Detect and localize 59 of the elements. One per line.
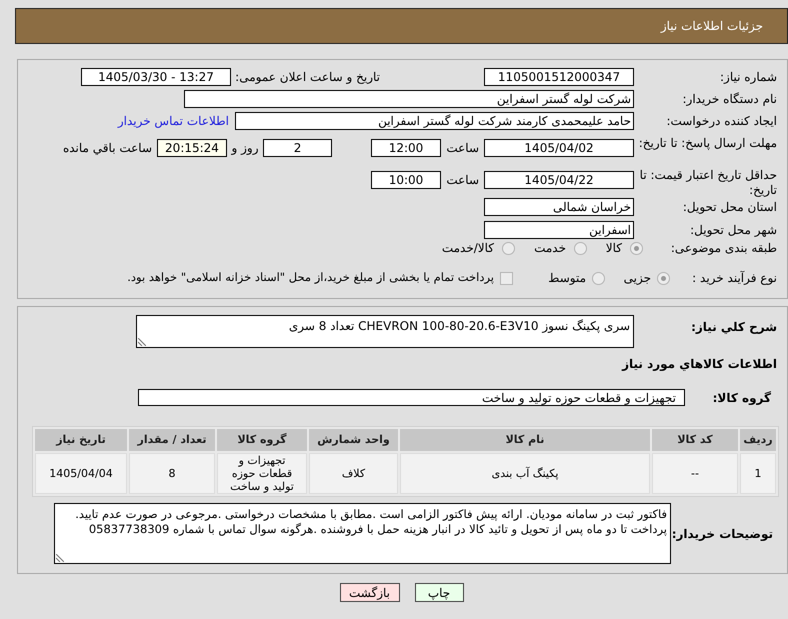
field-label: شهر محل تحویل: [690, 223, 777, 237]
requester-field[interactable]: حامد علیمحمدی کارمند شرکت لوله گستر اسفراین [235, 112, 634, 130]
column-header: واحد شمارش [309, 429, 398, 451]
field-label: ساعت باقي مانده [62, 141, 152, 155]
field-label: گروه کالا: [712, 390, 771, 404]
province-field[interactable]: خراسان شمالی [484, 198, 634, 216]
field-label: مهلت ارسال پاسخ: تا تاریخ: [638, 136, 777, 150]
table-cell: -- [652, 453, 738, 494]
radio-label: کالا [606, 240, 622, 257]
table-cell: پکینگ آب بندی [400, 453, 650, 494]
radio-label: خدمت [534, 240, 566, 257]
field-label: شماره نیاز: [720, 70, 777, 84]
remaining-days-field[interactable]: 2 [263, 139, 332, 157]
city-field[interactable]: اسفراین [484, 221, 634, 239]
column-header: گروه کالا [217, 429, 307, 451]
table-cell: کلاف [309, 453, 398, 494]
buyer-contact-link[interactable]: اطلاعات تماس خریدار [118, 112, 229, 130]
field-label: نوع فرآیند خرید : [692, 271, 777, 285]
remaining-time-field[interactable]: 20:15:24 [157, 139, 227, 157]
deadline-time-field[interactable]: 12:00 [371, 139, 441, 157]
field-label: روز و [232, 140, 258, 157]
column-header: نام کالا [400, 429, 650, 451]
resize-grip-icon[interactable] [138, 338, 146, 346]
validity-date-field[interactable]: 1405/04/22 [484, 171, 634, 189]
announce-datetime-field[interactable]: 1405/03/30 - 13:27 [81, 68, 231, 86]
radio-label: جزیی [624, 270, 651, 287]
section-title: اطلاعات کالاهاي مورد نیاز [622, 357, 777, 371]
buyer-org-field[interactable]: شرکت لوله گستر اسفراین [184, 90, 634, 108]
field-label: توضیحات خریدار: [672, 526, 773, 540]
field-label: حداقل تاریخ اعتبار قیمت: تا تاریخ: [640, 168, 777, 197]
field-label: ساعت [446, 141, 479, 155]
field-label: ایجاد کننده درخواست: [666, 114, 777, 128]
deadline-date-field[interactable]: 1405/04/02 [484, 139, 634, 157]
field-label: تاریخ و ساعت اعلان عمومی: [235, 70, 380, 84]
column-header: ردیف [740, 429, 776, 451]
need-number-field[interactable]: 1105001512000347 [484, 68, 634, 86]
field-label: نام دستگاه خریدار: [682, 92, 777, 106]
field-label: طبقه بندی موضوعی: [670, 241, 777, 255]
item-group-field[interactable]: تجهیزات و قطعات حوزه تولید و ساخت [138, 389, 685, 406]
resize-grip-icon[interactable] [56, 554, 64, 562]
table-cell: 8 [129, 453, 215, 494]
validity-time-field[interactable]: 10:00 [371, 171, 441, 189]
table-cell: 1405/04/04 [35, 453, 127, 494]
column-header: تعداد / مقدار [129, 429, 215, 451]
checkbox-label: پرداخت تمام یا بخشی از مبلغ خرید،از محل "اسناد خزانه اسلامی" خواهد بود. [127, 269, 494, 286]
buyer-notes-field[interactable]: فاکتور ثبت در سامانه مودیان. ارائه پیش فاکتور الزامی است .مطابق با مشخصات درخواستی .مرجوعی در صورت عدم تایید. پرداخت تا دو ماه پس از تحویل و تائید کالا در انبار هزینه حمل با فروشنده .هرگونه سوال تماس با شماره 05837738309 [54, 503, 671, 564]
radio-label: کالا/خدمت [442, 240, 494, 257]
field-label: استان محل تحویل: [682, 200, 777, 214]
column-header: تاریخ نیاز [35, 429, 127, 451]
table-cell: 1 [740, 453, 776, 494]
field-label: شرح کلي نیاز: [691, 320, 777, 334]
table-cell: تجهیزات و قطعات حوزه تولید و ساخت [217, 453, 307, 494]
summary-field[interactable]: سری پکینگ نسوز CHEVRON 100-80-20.6-E3V10 تعداد 8 سری [136, 315, 634, 348]
column-header: کد کالا [652, 429, 738, 451]
field-label: ساعت [446, 173, 479, 187]
back-button[interactable]: بازگشت [340, 583, 400, 602]
radio-label: متوسط [548, 270, 586, 287]
print-button[interactable]: چاپ [414, 583, 464, 602]
page-title: جزئیات اطلاعات نیاز [660, 18, 763, 35]
